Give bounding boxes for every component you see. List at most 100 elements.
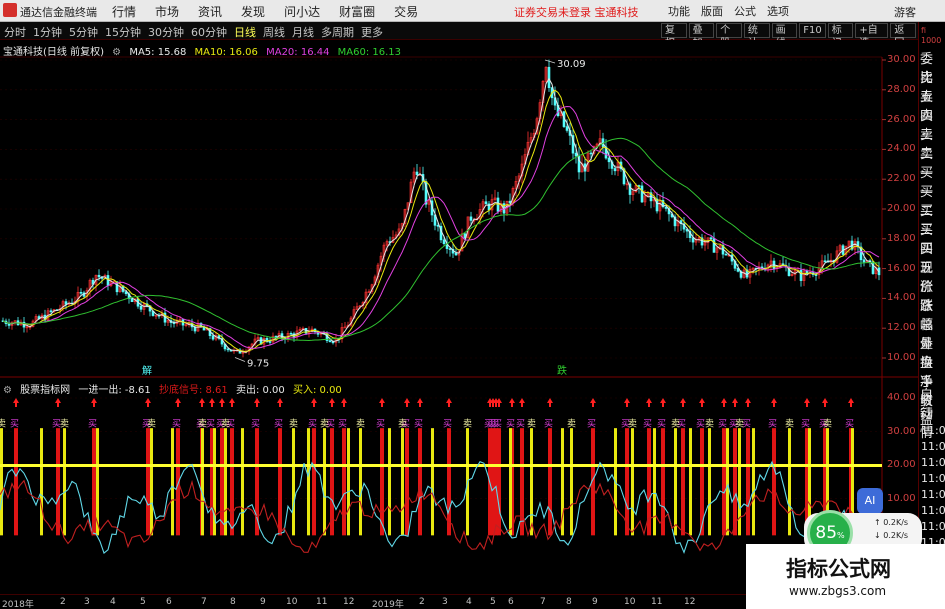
- sell-signal-label: 卖: [527, 418, 536, 429]
- candle-body: [454, 252, 458, 256]
- sell-signal-bar: [150, 428, 153, 536]
- menu-item-market[interactable]: 市场: [155, 3, 179, 20]
- candle-body: [268, 341, 272, 343]
- main-menu: 行情 市场 资讯 发现 问小达 财富圈 交易: [112, 3, 437, 20]
- sell-signal-bar: [689, 428, 692, 536]
- menu-item-options[interactable]: 选项: [767, 3, 789, 19]
- settings-icon[interactable]: ⚙: [3, 385, 12, 396]
- candle-body: [496, 197, 500, 212]
- sell-signal-bar: [530, 428, 533, 536]
- menu-item-function[interactable]: 功能: [668, 3, 690, 19]
- period-toolbar: 分时 1分钟 5分钟 15分钟 30分钟 60分钟日线周线月线多周期更多 复权叠加个股统计…: [0, 22, 918, 49]
- quote-side-panel: fi 1000 委比 卖五 卖四 卖三 卖二 卖一 买一 买二 买三 买四 买五 现价 涨跌 涨幅 总量 外盘 换手…: [918, 22, 945, 609]
- candle-body: [574, 152, 578, 157]
- candle-body: [589, 152, 593, 155]
- tool-button[interactable]: 个股: [716, 23, 742, 49]
- ai-assistant-button[interactable]: AI: [857, 488, 883, 514]
- period-tab[interactable]: 15分钟: [105, 24, 141, 40]
- side-panel-header: fi: [921, 26, 927, 35]
- y-axis-tick: 12.00: [887, 322, 916, 334]
- sell-signal-bar: [653, 428, 656, 536]
- buy-signal-bar: [405, 428, 409, 536]
- period-tab[interactable]: 月线: [292, 24, 314, 40]
- tool-button[interactable]: 返回: [890, 23, 917, 49]
- menu-item-formula[interactable]: 公式: [734, 3, 756, 19]
- period-tab[interactable]: 30分钟: [148, 24, 184, 40]
- login-notice[interactable]: 证券交易未登录 宝通科技: [514, 4, 639, 20]
- buy-signal-bar: [733, 428, 737, 536]
- period-tab[interactable]: 60分钟: [191, 24, 227, 40]
- sell-signal-label: 卖: [0, 418, 6, 429]
- buy-signal-bar: [746, 428, 750, 536]
- indicator-value: 卖出: 0.00: [235, 385, 285, 396]
- candle-body: [226, 348, 230, 351]
- buy-signal-label: 买: [643, 418, 652, 429]
- sell-signal-bar: [63, 428, 66, 536]
- menu-item-quotes[interactable]: 行情: [112, 3, 136, 20]
- buy-signal-bar: [497, 428, 501, 536]
- buy-signal-label: 买: [587, 418, 596, 429]
- sell-signal-bar: [401, 428, 404, 536]
- sell-signal-bar: [241, 428, 244, 536]
- candle-body: [139, 305, 143, 310]
- period-tab[interactable]: 5分钟: [69, 24, 98, 40]
- tool-button[interactable]: +自选: [855, 23, 889, 49]
- period-tab[interactable]: 日线: [234, 24, 256, 40]
- buy-signal-label: 买: [768, 418, 777, 429]
- x-axis-tick: 6: [508, 597, 514, 607]
- tick-time: 11:0: [921, 520, 945, 533]
- menu-item-layout[interactable]: 版面: [701, 3, 723, 19]
- tool-button[interactable]: 叠加: [688, 23, 715, 49]
- chart-background: [0, 40, 918, 595]
- kline-chart[interactable]: 买买买买买买买买买买买买买买买买买买买买买买买买买买买买买买买买买买买买买买卖卖…: [0, 40, 918, 595]
- menu-item-wealth[interactable]: 财富圈: [339, 3, 375, 20]
- menu-item-trade[interactable]: 交易: [394, 3, 418, 20]
- candle-body: [289, 333, 293, 335]
- candle-body: [211, 335, 215, 340]
- sell-signal-bar: [224, 428, 227, 536]
- buy-signal-label: 买: [10, 418, 19, 429]
- candle-body: [712, 238, 716, 253]
- buy-signal-bar: [625, 428, 629, 536]
- tool-button[interactable]: 画线: [771, 23, 798, 49]
- sell-signal-bar: [726, 428, 729, 536]
- menu-item-ask[interactable]: 问小达: [284, 3, 320, 20]
- sell-signal-label: 卖: [398, 418, 407, 429]
- y-axis-tick: 30.00: [887, 425, 916, 437]
- event-label: 解: [142, 364, 152, 377]
- high-price-label: 30.09: [557, 59, 586, 70]
- candle-body: [130, 298, 134, 303]
- period-tab[interactable]: 多周期: [321, 24, 354, 40]
- sell-signal-label: 卖: [356, 418, 365, 429]
- buy-signal-label: 买: [172, 418, 181, 429]
- menu-item-discover[interactable]: 发现: [241, 3, 265, 20]
- candle-body: [862, 259, 866, 263]
- buy-signal-bar: [146, 428, 150, 536]
- buy-signal-label: 买: [718, 418, 727, 429]
- tool-button[interactable]: 统计: [743, 23, 770, 49]
- net-download-rate: ↓ 0.2K/s: [874, 531, 909, 540]
- period-tab[interactable]: 更多: [361, 24, 383, 40]
- sell-signal-bar: [292, 428, 295, 536]
- tool-button[interactable]: F10: [799, 23, 826, 38]
- candle-body: [640, 185, 644, 203]
- tool-button[interactable]: 标记: [827, 23, 854, 49]
- y-axis-tick: 40.00: [887, 392, 916, 403]
- period-tab[interactable]: 分时: [4, 24, 26, 40]
- indicator-value: 一进一出: -8.61: [78, 385, 151, 396]
- buy-signal-label: 买: [506, 418, 515, 429]
- y-axis-tick: 18.00: [887, 232, 916, 244]
- x-axis-tick: 4: [466, 597, 472, 607]
- x-axis-tick: 11: [316, 597, 328, 607]
- period-tab[interactable]: 周线: [263, 24, 285, 40]
- candle-body: [607, 157, 611, 163]
- candle-body: [547, 66, 551, 88]
- sell-signal-label: 卖: [823, 418, 832, 429]
- period-tab[interactable]: 1分钟: [33, 24, 62, 40]
- settings-icon[interactable]: ⚙: [112, 47, 121, 58]
- menu-item-news[interactable]: 资讯: [198, 3, 222, 20]
- sell-signal-label: 卖: [705, 418, 714, 429]
- tool-button[interactable]: 复权: [661, 23, 687, 49]
- guest-account-button[interactable]: 游客: [894, 4, 916, 20]
- sell-signal-bar: [201, 428, 204, 536]
